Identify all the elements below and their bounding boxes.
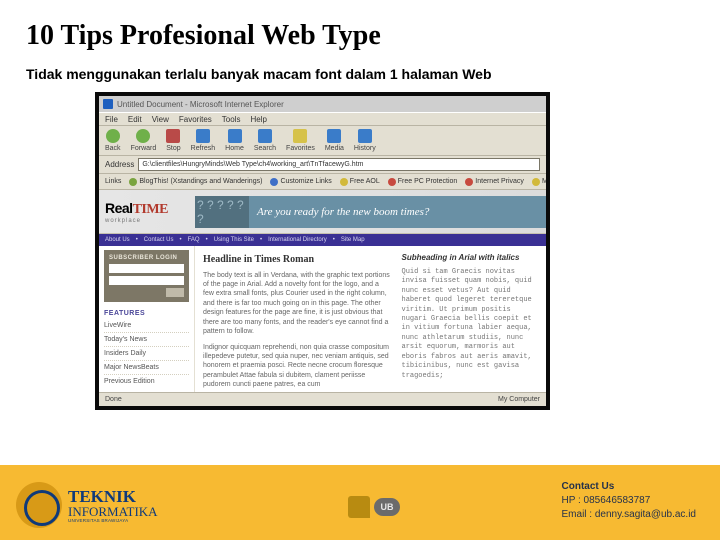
back-button[interactable]: Back: [105, 129, 121, 152]
refresh-button[interactable]: Refresh: [191, 129, 216, 152]
login-box: SUBSCRIBER LOGIN: [104, 250, 189, 302]
forward-button[interactable]: Forward: [131, 129, 157, 152]
nav-link[interactable]: International Directory: [268, 237, 327, 243]
nav-link[interactable]: About Us: [105, 237, 130, 243]
sidebar-item[interactable]: Previous Edition: [104, 375, 189, 388]
link-item[interactable]: Customize Links: [270, 178, 331, 186]
menu-item[interactable]: Edit: [128, 115, 142, 124]
address-input[interactable]: G:\clientfiles\HungryMinds\Web Type\ch4\…: [138, 158, 540, 171]
site-banner: RealTIME workplace ? ? ? ? ? ? Are you r…: [99, 190, 546, 234]
brand-line1: TEKNIK: [68, 488, 158, 505]
history-button[interactable]: History: [354, 129, 376, 152]
link-item[interactable]: BlogThis! (Xstandings and Wanderings): [129, 178, 262, 186]
login-label: SUBSCRIBER LOGIN: [109, 255, 184, 261]
slide-title: 10 Tips Profesional Web Type: [0, 0, 720, 66]
media-button[interactable]: Media: [325, 129, 344, 152]
contact-heading: Contact Us: [562, 480, 696, 494]
login-password[interactable]: [109, 276, 184, 285]
ub-logo: UB: [348, 496, 400, 518]
nav-link[interactable]: Contact Us: [144, 237, 174, 243]
login-username[interactable]: [109, 264, 184, 273]
status-bar: Done My Computer: [99, 392, 546, 406]
contact-hp: HP : 085646583787: [562, 494, 696, 508]
search-button[interactable]: Search: [254, 129, 276, 152]
links-label: Links: [105, 178, 121, 185]
sidebar-item[interactable]: Today's News: [104, 333, 189, 347]
menu-item[interactable]: Tools: [222, 115, 241, 124]
slide-footer: TEKNIK INFORMATIKA UNIVERSITAS BRAWIJAYA…: [0, 465, 720, 540]
address-bar: Address G:\clientfiles\HungryMinds\Web T…: [99, 156, 546, 174]
stop-button[interactable]: Stop: [166, 129, 180, 152]
body-paragraph: The body text is all in Verdana, with th…: [203, 271, 392, 337]
brand-icon: [16, 482, 62, 528]
status-left: Done: [105, 396, 122, 403]
nav-link[interactable]: Using This Site: [214, 237, 254, 243]
site-logo: RealTIME workplace: [99, 200, 195, 224]
link-item[interactable]: Melissa: [532, 178, 546, 186]
features-heading: FEATURES: [104, 310, 189, 317]
slide-subtitle: Tidak menggunakan terlalu banyak macam f…: [0, 66, 720, 92]
promo-headline: Are you ready for the new boom times?: [249, 196, 546, 228]
menu-item[interactable]: View: [152, 115, 169, 124]
nav-links: About Us• Contact Us• FAQ• Using This Si…: [99, 234, 546, 246]
sidebar: SUBSCRIBER LOGIN FEATURES LiveWire Today…: [99, 246, 195, 392]
sidebar-item[interactable]: Insiders Daily: [104, 347, 189, 361]
menu-item[interactable]: File: [105, 115, 118, 124]
body-paragraph: Indignor quicquam reprehendi, non quia c…: [203, 343, 392, 390]
headline-left: Headline in Times Roman: [203, 253, 392, 267]
headline-right: Subheading in Arial with italics: [402, 253, 539, 264]
favorites-button[interactable]: Favorites: [286, 129, 315, 152]
menu-item[interactable]: Favorites: [179, 115, 212, 124]
browser-screenshot: Untitled Document - Microsoft Internet E…: [95, 92, 550, 410]
nav-link[interactable]: Site Map: [341, 237, 365, 243]
login-button[interactable]: [166, 288, 184, 297]
status-right: My Computer: [498, 396, 540, 403]
address-label: Address: [105, 160, 134, 169]
main-content: Headline in Times Roman The body text is…: [195, 246, 546, 392]
sidebar-item[interactable]: LiveWire: [104, 319, 189, 333]
toolbar: Back Forward Stop Refresh Home Search Fa…: [99, 126, 546, 156]
page-viewport: RealTIME workplace ? ? ? ? ? ? Are you r…: [99, 190, 546, 392]
question-graphic: ? ? ? ? ? ?: [195, 196, 249, 228]
link-item[interactable]: Internet Privacy: [465, 178, 524, 186]
brand-block: TEKNIK INFORMATIKA UNIVERSITAS BRAWIJAYA: [16, 482, 158, 528]
nav-link[interactable]: FAQ: [188, 237, 200, 243]
link-item[interactable]: Free PC Protection: [388, 178, 458, 186]
ub-badge: UB: [374, 498, 400, 516]
home-button[interactable]: Home: [225, 129, 244, 152]
window-titlebar: Untitled Document - Microsoft Internet E…: [99, 96, 546, 112]
contact-block: Contact Us HP : 085646583787 Email : den…: [562, 480, 696, 522]
contact-email: Email : denny.sagita@ub.ac.id: [562, 508, 696, 522]
brand-line2: INFORMATIKA: [68, 505, 158, 518]
menu-item[interactable]: Help: [250, 115, 266, 124]
menu-bar: File Edit View Favorites Tools Help: [99, 112, 546, 126]
body-paragraph: Quid si tam Graecis novitas invisa fuiss…: [402, 268, 539, 381]
ub-wing-icon: [348, 496, 370, 518]
window-title-text: Untitled Document - Microsoft Internet E…: [117, 100, 284, 109]
link-item[interactable]: Free AOL: [340, 178, 380, 186]
sidebar-item[interactable]: Major NewsBeats: [104, 361, 189, 375]
links-bar: Links BlogThis! (Xstandings and Wanderin…: [99, 174, 546, 190]
ie-icon: [103, 99, 113, 109]
